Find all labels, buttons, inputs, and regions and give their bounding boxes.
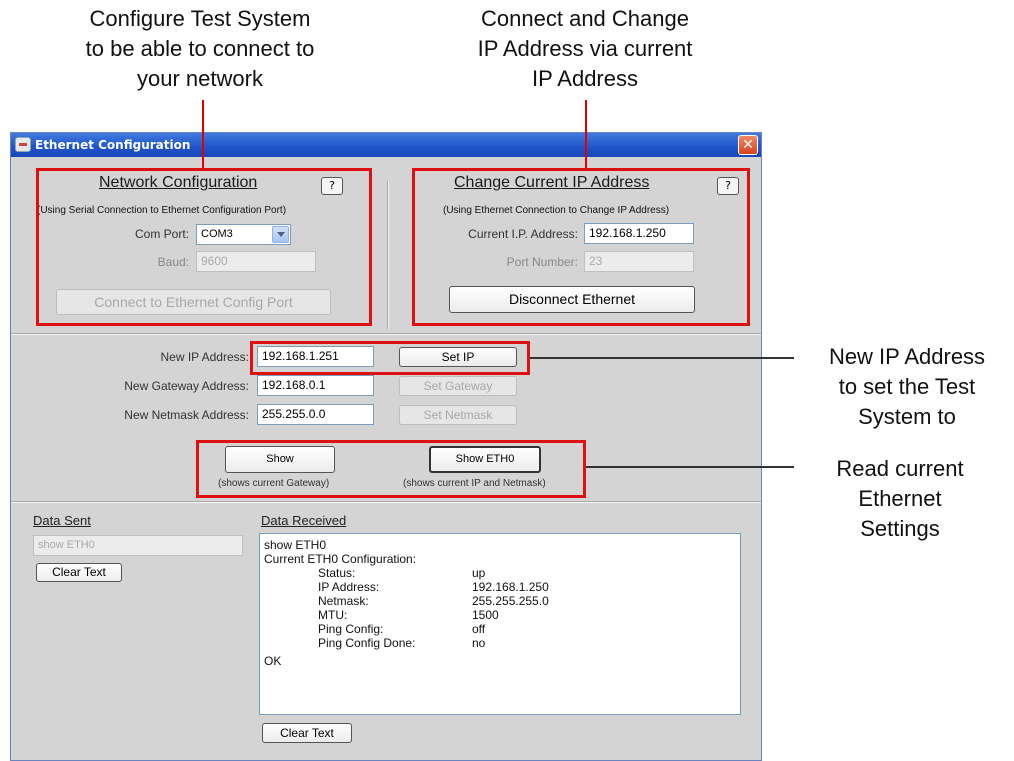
disconnect-ethernet-button[interactable]: Disconnect Ethernet [449,286,695,313]
connector-read-current [586,466,794,468]
data-received-textarea[interactable]: show ETH0 Current ETH0 Configuration: St… [259,533,741,715]
com-port-select[interactable]: COM3 [196,224,291,245]
set-ip-button[interactable]: Set IP [399,347,517,367]
rx-key: MTU: [318,608,348,622]
change-ip-subtitle: (Using Ethernet Connection to Change IP … [443,205,670,216]
network-config-help-button[interactable]: ? [321,177,343,195]
rx-key: Ping Config Done: [318,636,416,650]
close-button[interactable]: ✕ [738,135,758,155]
new-ip-field[interactable]: 192.168.1.251 [257,346,374,367]
gateway-field[interactable]: 192.168.0.1 [257,375,374,396]
com-port-value: COM3 [201,228,233,240]
rx-value: 255.255.255.0 [472,594,549,608]
change-ip-title: Change Current IP Address [454,174,650,191]
netmask-field[interactable]: 255.255.0.0 [257,404,374,425]
show-button[interactable]: Show [225,446,335,473]
rx-key: Status: [318,566,356,580]
rx-key: IP Address: [318,580,380,594]
rx-footer-line: OK [264,654,282,668]
data-received-label: Data Received [261,513,347,528]
rx-value: 1500 [472,608,499,622]
baud-label: Baud: [157,255,189,269]
current-ip-field[interactable]: 192.168.1.250 [584,223,694,244]
rx-key: Netmask: [318,594,369,608]
new-ip-label: New IP Address: [160,350,250,364]
show-eth0-hint: (shows current IP and Netmask) [403,478,546,489]
connector-new-ip [530,357,794,359]
change-ip-help-button[interactable]: ? [717,177,739,195]
set-netmask-button[interactable]: Set Netmask [399,405,517,425]
rx-value: up [472,566,486,580]
title-bar: Ethernet Configuration ✕ [11,133,761,157]
baud-field[interactable]: 9600 [196,251,316,272]
data-sent-field[interactable]: show ETH0 [33,535,243,556]
com-port-label: Com Port: [134,227,189,241]
annotation-new-ip: New IP Address to set the Test System to [828,344,986,429]
window-title: Ethernet Configuration [35,138,191,152]
connector-connect-change [585,100,587,168]
show-hint: (shows current Gateway) [218,478,330,489]
current-ip-label: Current I.P. Address: [468,227,578,241]
top-pane-divider [387,181,389,329]
app-icon [15,137,31,152]
divider-bottom [11,501,761,503]
show-eth0-button[interactable]: Show ETH0 [429,446,541,473]
rx-value: 192.168.1.250 [472,580,549,594]
divider-top [11,333,761,335]
annotation-configure: Configure Test System to be able to conn… [85,6,315,91]
port-number-label: Port Number: [506,255,578,269]
rx-value: no [472,636,486,650]
network-config-title: Network Configuration [99,174,258,191]
chevron-down-icon[interactable] [272,226,289,243]
rx-header-line: Current ETH0 Configuration: [264,552,417,566]
gateway-label: New Gateway Address: [124,379,249,393]
rx-value: off [472,622,486,636]
connector-configure [202,100,204,168]
annotation-connect-change: Connect and Change IP Address via curren… [477,6,693,91]
annotation-read-current: Read current Ethernet Settings [836,456,964,541]
set-gateway-button[interactable]: Set Gateway [399,376,517,396]
clear-sent-button[interactable]: Clear Text [36,563,122,582]
clear-received-button[interactable]: Clear Text [262,723,352,743]
port-number-field[interactable]: 23 [584,251,694,272]
network-config-subtitle: (Using Serial Connection to Ethernet Con… [37,205,287,216]
rx-header-line: show ETH0 [264,538,327,552]
ethernet-config-window: Ethernet Configuration ✕ Network Configu… [10,132,762,761]
data-sent-label: Data Sent [33,513,91,528]
netmask-label: New Netmask Address: [124,408,249,422]
rx-key: Ping Config: [318,622,384,636]
connect-config-port-button[interactable]: Connect to Ethernet Config Port [56,289,331,315]
